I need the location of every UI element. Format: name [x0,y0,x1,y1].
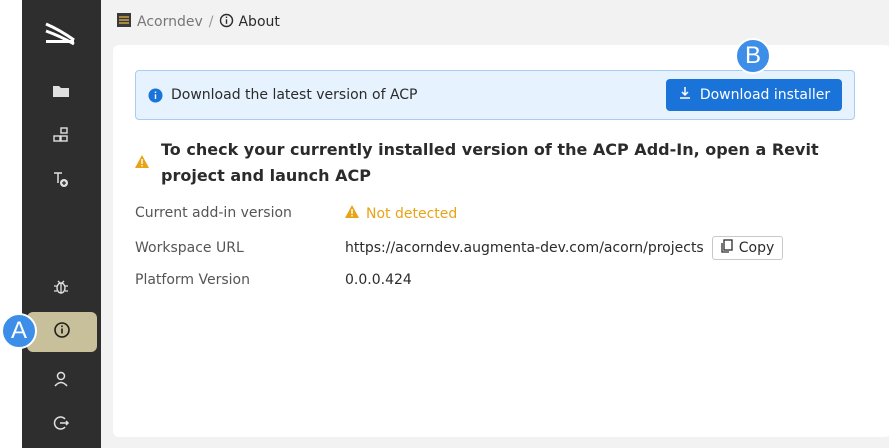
info-filled-icon [148,88,163,103]
marker-b: B [735,38,771,74]
sidebar-item-about[interactable] [27,312,97,352]
logo-waves-icon[interactable] [44,16,76,48]
marker-a: A [1,313,37,349]
detail-value: 0.0.0.424 [345,272,412,288]
status-text: Not detected [366,205,458,222]
main-area: Acorndev / About Download the latest ver… [101,0,889,448]
breadcrumb: Acorndev / About [117,12,280,32]
copy-label: Copy [738,240,775,256]
breadcrumb-home[interactable]: Acorndev [137,14,203,30]
status-badge: Not detected [345,205,457,222]
copy-button[interactable]: Copy [711,236,784,260]
banner-text: Download the latest version of ACP [171,87,418,103]
hierarchy-icon[interactable] [50,124,72,146]
user-icon[interactable] [50,368,72,390]
add-tree-icon[interactable] [50,168,72,190]
sidebar [22,0,101,448]
breadcrumb-current: About [219,13,280,32]
warning-icon [135,153,149,172]
download-installer-label: Download installer [699,87,831,103]
folder-icon[interactable] [50,80,72,102]
info-icon [219,13,234,32]
detail-value: Not detected [345,205,457,222]
info-icon [53,321,71,343]
detail-label: Platform Version [135,272,250,288]
download-icon [678,86,692,104]
copy-icon [721,239,733,257]
about-card: Download the latest version of ACP Downl… [113,45,889,437]
breadcrumb-current-label: About [238,14,280,30]
breadcrumb-separator: / [208,14,214,30]
workspace-logo-icon [117,13,131,31]
version-notice-text: To check your currently installed versio… [161,140,819,185]
warning-icon [345,205,359,222]
detail-label: Workspace URL [135,240,244,256]
download-installer-button[interactable]: Download installer [666,79,842,111]
workspace-url: https://acorndev.augmenta-dev.com/acorn/… [345,240,704,256]
logout-icon[interactable] [50,412,72,434]
detail-value: https://acorndev.augmenta-dev.com/acorn/… [345,236,784,260]
download-banner: Download the latest version of ACP Downl… [135,70,855,120]
bug-icon[interactable] [50,276,72,298]
detail-label: Current add-in version [135,205,292,221]
